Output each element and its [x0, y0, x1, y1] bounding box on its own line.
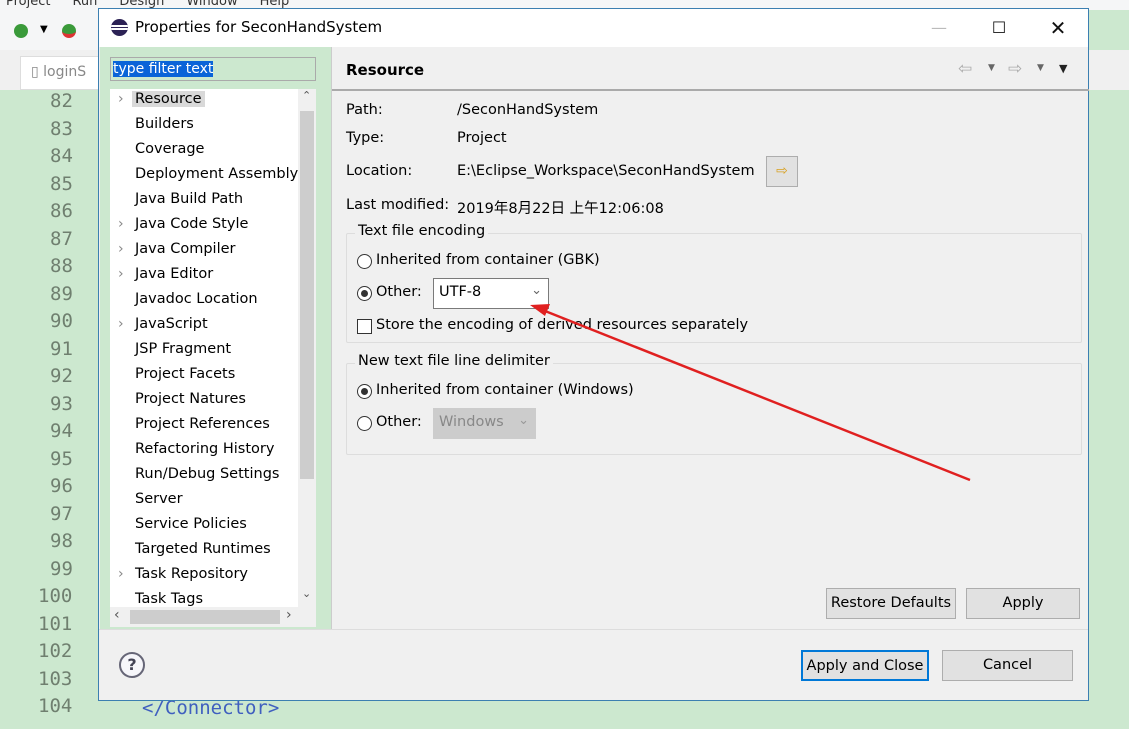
arrow-head — [530, 304, 550, 316]
annotation-arrow — [530, 304, 971, 482]
arrow-line — [539, 307, 971, 482]
